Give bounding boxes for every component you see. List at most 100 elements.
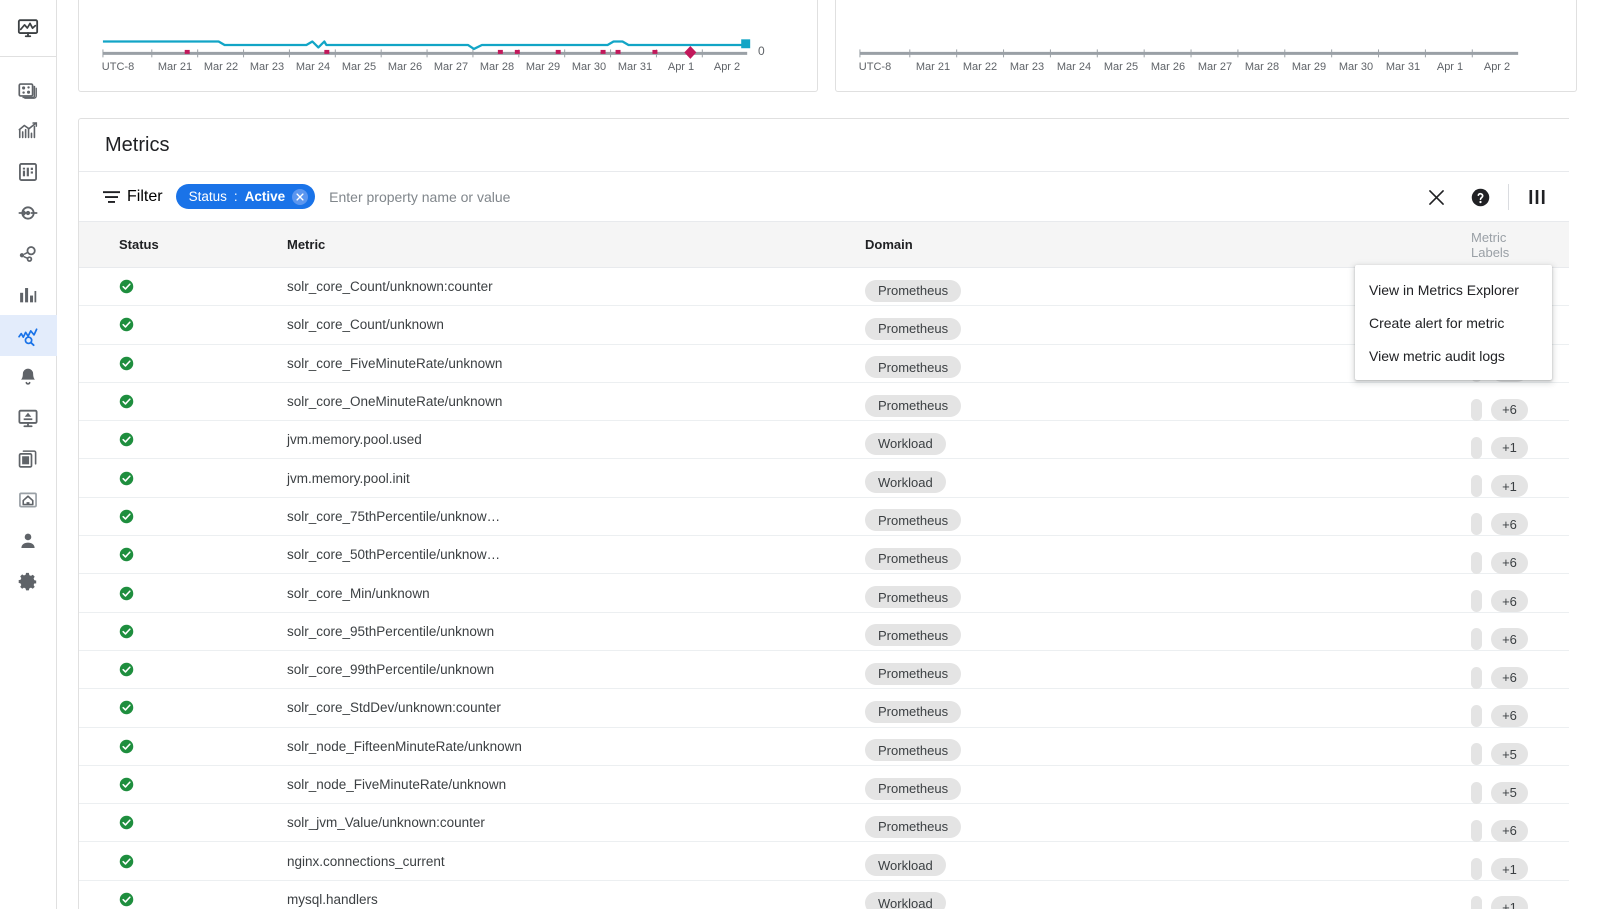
metric-name[interactable]: solr_core_StdDev/unknown:counter: [287, 700, 501, 715]
metric-label-overflow-chip[interactable]: +1: [1491, 436, 1528, 459]
sidebar-item-uptime-checks[interactable]: [0, 192, 57, 233]
table-row[interactable]: solr_node_FifteenMinuteRate/unknown Prome…: [79, 727, 1569, 766]
metric-name[interactable]: jvm.memory.pool.init: [287, 471, 410, 486]
metric-label-overflow-chip[interactable]: +5: [1491, 743, 1528, 766]
sidebar-item-metrics-management[interactable]: [0, 315, 57, 356]
table-row[interactable]: solr_core_StdDev/unknown:counter Promethe…: [79, 689, 1569, 728]
table-row[interactable]: solr_core_FiveMinuteRate/unknown Promethe…: [79, 344, 1569, 383]
table-row[interactable]: solr_core_99thPercentile/unknown Promethe…: [79, 650, 1569, 689]
sidebar-item-monitoring-overview[interactable]: [0, 0, 57, 57]
filter-button[interactable]: Filter: [103, 188, 163, 206]
metric-label-overflow-chip[interactable]: +6: [1491, 666, 1528, 689]
table-row[interactable]: solr_core_OneMinuteRate/unknown Prometheu…: [79, 382, 1569, 421]
metric-label-chip[interactable]: Resource: pr…: [1471, 666, 1482, 689]
metric-label-chip[interactable]: Resource: pr…: [1471, 398, 1482, 421]
metric-label-chip[interactable]: Resource: gc…: [1471, 858, 1482, 881]
metric-label-chip[interactable]: Resource: pr…: [1471, 743, 1482, 766]
metric-name[interactable]: solr_jvm_Value/unknown:counter: [287, 815, 485, 830]
column-header-metric-labels[interactable]: Metric Labels: [865, 221, 1509, 268]
metric-label-overflow-chip[interactable]: +6: [1491, 704, 1528, 727]
help-button[interactable]: [1458, 175, 1502, 219]
cell-domain: Prometheus: [465, 689, 962, 727]
metric-label-chip[interactable]: Resource: pr…: [1471, 819, 1482, 842]
column-settings-button[interactable]: [1515, 175, 1559, 219]
metric-label-overflow-chip[interactable]: +1: [1491, 896, 1528, 909]
context-menu-item-view-in-metrics-explorer[interactable]: View in Metrics Explorer: [1355, 273, 1552, 306]
table-row[interactable]: mysql.handlersWorkloadResource: gc…+12.7…: [79, 880, 1569, 909]
metric-label-overflow-chip[interactable]: +6: [1491, 398, 1528, 421]
metric-name[interactable]: solr_node_FifteenMinuteRate/unknown: [287, 739, 522, 754]
table-row[interactable]: solr_core_75thPercentile/unknow… Promethe…: [79, 497, 1569, 536]
table-row[interactable]: solr_core_50thPercentile/unknow… Promethe…: [79, 536, 1569, 574]
cell-domain: Prometheus: [465, 306, 962, 344]
axis-tick-9: Mar 29: [525, 61, 561, 73]
metric-name[interactable]: jvm.memory.pool.used: [287, 432, 422, 447]
sidebar-item-charts[interactable]: [0, 274, 57, 315]
sidebar-item-services[interactable]: [0, 233, 57, 274]
metric-name[interactable]: solr_core_Min/unknown: [287, 586, 430, 601]
metric-label-chip[interactable]: Resource: pr…: [1471, 781, 1482, 804]
metric-label-overflow-chip[interactable]: +1: [1491, 858, 1528, 881]
table-row[interactable]: jvm.memory.pool.initWorkloadResource: gc…: [79, 459, 1569, 498]
sidebar-item-reports[interactable]: [0, 151, 57, 192]
metric-label-chip[interactable]: Resource: pr…: [1471, 513, 1482, 536]
right-timeseries-chart[interactable]: [836, 0, 1576, 91]
column-header-domain[interactable]: Domain: [465, 221, 913, 268]
sidebar-item-user[interactable]: [0, 520, 57, 561]
table-row[interactable]: solr_core_Count/unknown:counter Prometheu…: [79, 268, 1569, 306]
metrics-table-header: Status Metric Domain Metric Labels Metri…: [79, 221, 1569, 268]
filter-chip-status-active[interactable]: Status : Active: [175, 184, 316, 209]
metric-label-overflow-chip[interactable]: +5: [1491, 781, 1528, 804]
metric-label-chip[interactable]: Resource: pr…: [1471, 628, 1482, 651]
metric-name[interactable]: solr_core_Count/unknown:counter: [287, 279, 493, 294]
metric-label-overflow-chip[interactable]: +6: [1491, 628, 1528, 651]
sidebar-item-groups[interactable]: [0, 438, 57, 479]
sidebar-item-uptime[interactable]: [0, 397, 57, 438]
metric-name[interactable]: mysql.handlers: [287, 892, 378, 907]
metric-name[interactable]: solr_core_50thPercentile/unknow…: [287, 547, 500, 562]
metric-name[interactable]: solr_core_FiveMinuteRate/unknown: [287, 356, 502, 371]
metric-label-overflow-chip[interactable]: +6: [1491, 551, 1528, 574]
metric-name[interactable]: solr_core_75thPercentile/unknow…: [287, 509, 500, 524]
sidebar-item-alerting[interactable]: [0, 356, 57, 397]
context-menu-item-view-metric-audit-logs[interactable]: View metric audit logs: [1355, 339, 1552, 372]
search-input[interactable]: [329, 188, 750, 205]
context-menu-item-create-alert-for-metric[interactable]: Create alert for metric: [1355, 306, 1552, 339]
cell-status: [79, 382, 175, 420]
metric-label-chip[interactable]: Resource: pr…: [1471, 551, 1482, 574]
sidebar-item-synthetic-monitoring[interactable]: [0, 479, 57, 520]
left-timeseries-chart[interactable]: [79, 0, 817, 91]
metric-name[interactable]: solr_core_OneMinuteRate/unknown: [287, 394, 502, 409]
clear-filter-button[interactable]: [1414, 175, 1458, 219]
chart-bars-line-icon: [17, 120, 39, 142]
metric-label-chip[interactable]: Resource: gc…: [1471, 475, 1482, 498]
metric-label-chip[interactable]: Resource: gc…: [1471, 436, 1482, 459]
column-header-status[interactable]: Status: [79, 221, 175, 268]
column-header-metric[interactable]: Metric: [175, 221, 465, 268]
metric-label-chip[interactable]: Resource: gc…: [1471, 896, 1482, 909]
table-row[interactable]: nginx.connections_currentWorkloadResourc…: [79, 842, 1569, 881]
table-row[interactable]: solr_jvm_Value/unknown:counter Prometheus…: [79, 804, 1569, 842]
metric-label-overflow-chip[interactable]: +6: [1491, 590, 1528, 613]
metric-label-overflow-chip[interactable]: +6: [1491, 513, 1528, 536]
column-header-domain-label: Domain: [865, 237, 913, 252]
metric-name[interactable]: nginx.connections_current: [287, 854, 445, 869]
metric-label-chip[interactable]: Resource: pr…: [1471, 704, 1482, 727]
table-row[interactable]: solr_core_95thPercentile/unknown Promethe…: [79, 612, 1569, 651]
metric-label-overflow-chip[interactable]: +6: [1491, 819, 1528, 842]
table-row[interactable]: jvm.memory.pool.usedWorkloadResource: gc…: [79, 421, 1569, 459]
sidebar-item-settings[interactable]: [0, 561, 57, 602]
metric-name[interactable]: solr_node_FiveMinuteRate/unknown: [287, 777, 506, 792]
table-row[interactable]: solr_core_Min/unknown Prometheus Resource:…: [79, 574, 1569, 613]
metric-label-chip[interactable]: Resource: pr…: [1471, 590, 1482, 613]
metric-label-overflow-chip[interactable]: +1: [1491, 475, 1528, 498]
metric-name[interactable]: solr_core_95thPercentile/unknown: [287, 624, 494, 639]
metric-name[interactable]: solr_core_Count/unknown: [287, 317, 444, 332]
table-row[interactable]: solr_node_FiveMinuteRate/unknown Promethe…: [79, 765, 1569, 804]
metric-name[interactable]: solr_core_99thPercentile/unknown: [287, 662, 494, 677]
table-row[interactable]: solr_core_Count/unknownPrometheusResourc…: [79, 306, 1569, 345]
cell-status: [79, 306, 175, 344]
sidebar-item-dashboards[interactable]: [0, 69, 57, 110]
filter-chip-remove-icon[interactable]: [292, 188, 309, 205]
sidebar-item-metrics-explorer[interactable]: [0, 110, 57, 151]
